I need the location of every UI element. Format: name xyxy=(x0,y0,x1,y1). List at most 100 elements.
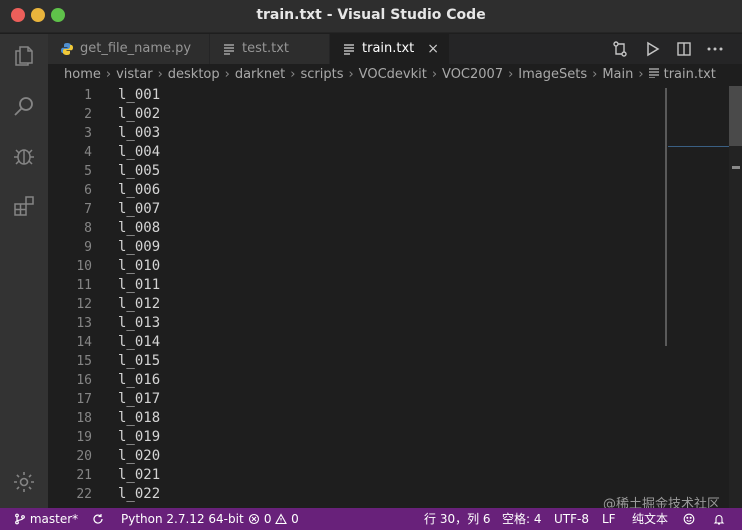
notifications-bell-icon[interactable] xyxy=(713,508,725,530)
code-line[interactable]: 17 l_017 xyxy=(48,390,668,409)
line-text: l_004 xyxy=(118,144,161,160)
tab-get-file-name-py[interactable]: get_file_name.py xyxy=(48,34,210,64)
line-text: l_013 xyxy=(118,315,161,331)
code-line[interactable]: 7 l_007 xyxy=(48,200,668,219)
code-line[interactable]: 19 l_019 xyxy=(48,428,668,447)
code-line[interactable]: 16 l_016 xyxy=(48,371,668,390)
line-text: l_019 xyxy=(118,429,161,445)
settings-gear-icon[interactable] xyxy=(12,470,36,494)
line-number: 11 xyxy=(76,278,92,293)
breadcrumb-separator: › xyxy=(431,67,438,82)
breadcrumb-item[interactable]: VOC2007 xyxy=(442,64,503,86)
warning-count: 0 xyxy=(291,512,299,526)
tab-label: test.txt xyxy=(242,41,289,56)
code-line[interactable]: 3 l_003 xyxy=(48,124,668,143)
code-line[interactable]: 6 l_006 xyxy=(48,181,668,200)
line-number: 6 xyxy=(84,183,92,198)
end-of-line[interactable]: LF xyxy=(602,508,616,530)
run-icon[interactable] xyxy=(642,39,662,59)
breadcrumb-item[interactable]: darknet xyxy=(235,64,285,86)
code-line[interactable]: 1 l_001 xyxy=(48,86,668,105)
breadcrumb-item[interactable]: desktop xyxy=(168,64,220,86)
language-mode[interactable]: 纯文本 xyxy=(632,508,668,530)
breadcrumb-item[interactable]: home xyxy=(64,64,101,86)
code-line[interactable]: 18 l_018 xyxy=(48,409,668,428)
line-number: 17 xyxy=(76,392,92,407)
code-line[interactable]: 9 l_009 xyxy=(48,238,668,257)
line-number: 21 xyxy=(76,468,92,483)
line-text: l_003 xyxy=(118,125,161,141)
text-file-icon xyxy=(344,44,354,55)
line-number: 16 xyxy=(76,373,92,388)
line-text: l_022 xyxy=(118,486,161,502)
breadcrumb-item[interactable]: train.txt xyxy=(664,64,716,86)
tab-label: train.txt xyxy=(362,41,415,56)
breadcrumb: home › vistar › desktop › darknet › scripts › VOCd… xyxy=(48,64,742,86)
breadcrumb-separator: › xyxy=(105,67,112,82)
explorer-icon[interactable] xyxy=(12,44,36,68)
scrollbar-thumb[interactable] xyxy=(729,86,742,146)
branch-name: master* xyxy=(29,512,79,526)
code-line[interactable]: 11 l_011 xyxy=(48,276,668,295)
sync-icon[interactable] xyxy=(92,508,104,530)
code-line[interactable]: 15 l_015 xyxy=(48,352,668,371)
cursor-line-marker xyxy=(668,146,729,147)
code-line[interactable]: 21 l_021 xyxy=(48,466,668,485)
editor[interactable]: 1 l_001 2 l_002 3 l_003 4 l_004 5 l_005 6 l_006 7 l_0… xyxy=(48,86,742,510)
breadcrumb-separator: › xyxy=(290,67,296,82)
problems-status[interactable]: 0 0 xyxy=(248,508,299,530)
encoding[interactable]: UTF-8 xyxy=(554,508,589,530)
breadcrumb-item[interactable]: scripts xyxy=(300,64,343,86)
line-text: l_012 xyxy=(118,296,161,312)
line-text: l_001 xyxy=(118,87,161,103)
breadcrumb-item[interactable]: vistar xyxy=(116,64,153,86)
line-number: 4 xyxy=(84,145,92,160)
line-text: l_007 xyxy=(118,201,161,217)
code-line[interactable]: 8 l_008 xyxy=(48,219,668,238)
git-branch-icon xyxy=(15,513,25,525)
text-file-icon xyxy=(224,44,234,55)
line-text: l_006 xyxy=(118,182,161,198)
python-interpreter[interactable]: Python 2.7.12 64-bit xyxy=(121,508,244,530)
breadcrumb-separator: › xyxy=(224,67,230,82)
code-line[interactable]: 13 l_013 xyxy=(48,314,668,333)
activity-bar xyxy=(0,34,48,510)
cursor-position[interactable]: 行 30，列 6 xyxy=(424,508,491,530)
breadcrumb-item[interactable]: Main xyxy=(602,64,633,86)
warning-icon xyxy=(275,513,288,525)
code-line[interactable]: 10 l_010 xyxy=(48,257,668,276)
compare-icon[interactable] xyxy=(610,39,630,59)
debug-icon[interactable] xyxy=(12,144,36,168)
branch-status[interactable]: master* xyxy=(14,508,78,530)
indentation[interactable]: 空格: 4 xyxy=(502,508,542,530)
code-line[interactable]: 4 l_004 xyxy=(48,143,668,162)
line-text: l_016 xyxy=(118,372,161,388)
line-number: 18 xyxy=(76,411,92,426)
overview-ruler-mark xyxy=(732,166,740,169)
code-line[interactable]: 5 l_005 xyxy=(48,162,668,181)
code-line[interactable]: 12 l_012 xyxy=(48,295,668,314)
breadcrumb-item[interactable]: ImageSets xyxy=(518,64,587,86)
tab-label: get_file_name.py xyxy=(80,41,192,56)
extensions-icon[interactable] xyxy=(12,194,36,218)
line-text: l_002 xyxy=(118,106,161,122)
close-icon[interactable]: × xyxy=(427,34,439,64)
line-text: l_009 xyxy=(118,239,161,255)
vertical-scrollbar[interactable] xyxy=(729,86,742,510)
code-line[interactable]: 22 l_022 xyxy=(48,485,668,504)
error-count: 0 xyxy=(263,512,272,526)
tab-test-txt[interactable]: test.txt xyxy=(210,34,330,64)
feedback-icon[interactable] xyxy=(683,508,695,530)
more-icon[interactable] xyxy=(705,39,725,59)
breadcrumb-item[interactable]: VOCdevkit xyxy=(359,64,427,86)
search-icon[interactable] xyxy=(12,94,36,118)
code-line[interactable]: 20 l_020 xyxy=(48,447,668,466)
tab-train-txt[interactable]: train.txt × xyxy=(330,34,450,64)
line-number: 13 xyxy=(76,316,92,331)
error-icon xyxy=(248,513,260,525)
line-number: 8 xyxy=(84,221,92,236)
code-line[interactable]: 2 l_002 xyxy=(48,105,668,124)
code-line[interactable]: 14 l_014 xyxy=(48,333,668,352)
split-editor-icon[interactable] xyxy=(674,39,694,59)
line-number: 12 xyxy=(76,297,92,312)
